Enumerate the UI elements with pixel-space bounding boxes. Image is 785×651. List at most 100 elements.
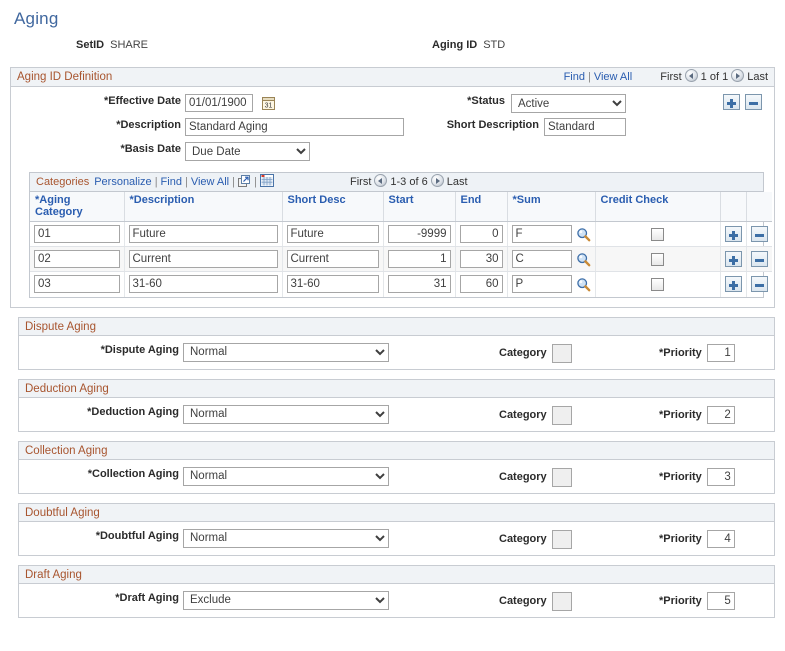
- section-field-label-wrap: *Doubtful Aging: [19, 530, 179, 542]
- cell-end: [455, 221, 508, 247]
- section-dispute-aging: Dispute Aging *Dispute Aging NormalExclude…: [18, 316, 775, 370]
- magnifier-lookup-icon[interactable]: [576, 227, 591, 242]
- categories-toolbar: Categories Personalize | Find | View All | | Fi…: [30, 173, 763, 192]
- section-field-control: NormalExcludeHold: [183, 404, 389, 424]
- end-input[interactable]: [459, 275, 503, 294]
- col-end: End: [455, 192, 508, 222]
- section-aging-select[interactable]: NormalExcludeHold: [183, 404, 389, 424]
- credit-check-checkbox[interactable]: [651, 227, 664, 241]
- magnifier-lookup-icon[interactable]: [576, 252, 591, 267]
- credit-check-checkbox[interactable]: [651, 277, 664, 291]
- section-priority-input[interactable]: [706, 405, 735, 424]
- delete-row-icon[interactable]: [750, 251, 768, 267]
- definition-row-2: *Description Short Description: [11, 118, 774, 142]
- end-input[interactable]: [459, 250, 503, 268]
- view-all-link[interactable]: View All: [594, 71, 632, 83]
- toolbar-separator-1: |: [154, 176, 158, 188]
- grid-previous-page-icon[interactable]: [374, 174, 388, 187]
- grid-find-link[interactable]: Find: [161, 176, 182, 188]
- section-category-box[interactable]: [551, 343, 572, 363]
- section-priority-input[interactable]: [706, 529, 735, 548]
- section-field-label: *Draft Aging: [115, 591, 179, 604]
- col-description: *Description: [124, 192, 283, 222]
- start-input[interactable]: [387, 250, 451, 268]
- cell-end: [455, 246, 508, 272]
- section-priority-input[interactable]: [706, 591, 735, 610]
- cell-add: [720, 246, 747, 272]
- section-aging-select[interactable]: NormalExcludeHold: [183, 342, 389, 362]
- category-description-input[interactable]: [128, 225, 278, 243]
- cell-aging-category: [30, 221, 125, 247]
- section-aging-select[interactable]: NormalExcludeHold: [183, 528, 389, 548]
- sum-input[interactable]: [511, 275, 572, 294]
- delete-row-icon[interactable]: [750, 276, 768, 293]
- categories-nav: First 1-3 of 6 Last: [350, 173, 468, 192]
- end-input[interactable]: [459, 225, 503, 243]
- category-description-input[interactable]: [128, 250, 278, 268]
- status-select[interactable]: ActiveInactive: [511, 94, 626, 113]
- section-category-box[interactable]: [551, 591, 572, 611]
- aging-category-input[interactable]: [34, 275, 120, 294]
- grid-view-all-link[interactable]: View All: [191, 176, 229, 188]
- section-priority-input[interactable]: [706, 467, 735, 486]
- short-description-input[interactable]: [544, 118, 626, 136]
- section-category-box[interactable]: [551, 405, 572, 425]
- add-row-icon[interactable]: [723, 94, 740, 110]
- add-row-icon[interactable]: [724, 251, 742, 267]
- description-input[interactable]: [185, 118, 404, 136]
- section-priority-label: *Priority: [659, 532, 702, 545]
- section-header-dispute-aging: Dispute Aging: [19, 317, 774, 336]
- category-short-desc-input[interactable]: [286, 225, 379, 243]
- sum-input[interactable]: [511, 225, 572, 243]
- category-short-desc-input[interactable]: [286, 250, 379, 268]
- section-category-wrap: Category: [499, 591, 572, 611]
- section-category-box[interactable]: [551, 467, 572, 487]
- personalize-link[interactable]: Personalize: [94, 176, 151, 188]
- download-to-spreadsheet-icon[interactable]: [259, 174, 274, 187]
- section-category-box[interactable]: [551, 529, 572, 549]
- aging-category-input[interactable]: [34, 250, 120, 268]
- start-input[interactable]: [387, 225, 451, 243]
- section-field-label-wrap: *Dispute Aging: [19, 344, 179, 356]
- effective-date-input[interactable]: [185, 94, 253, 112]
- section-field-control: NormalExcludeHold: [183, 466, 389, 486]
- delete-row-icon[interactable]: [750, 226, 768, 242]
- section-priority-wrap: *Priority: [659, 591, 735, 610]
- section-aging-select[interactable]: NormalExcludeHold: [183, 466, 389, 486]
- section-category-label: Category: [499, 347, 547, 359]
- section-priority-input[interactable]: [706, 343, 735, 362]
- basis-date-select[interactable]: Due DateAccounting DateInvoice Date: [185, 142, 310, 161]
- category-short-desc-input[interactable]: [286, 275, 379, 294]
- row-counter: 1 of 1: [700, 71, 729, 83]
- aging-category-input[interactable]: [34, 225, 120, 243]
- section-header-doubtful-aging: Doubtful Aging: [19, 503, 774, 522]
- grid-last-label[interactable]: Last: [447, 176, 468, 188]
- table-row: [30, 221, 772, 247]
- find-link[interactable]: Find: [564, 71, 585, 83]
- previous-page-icon[interactable]: [684, 69, 698, 82]
- cell-aging-category: [30, 246, 125, 272]
- toolbar-separator-4: |: [254, 176, 257, 188]
- aging-sections: Dispute Aging *Dispute Aging NormalExclude…: [0, 316, 785, 618]
- category-description-input[interactable]: [128, 275, 278, 294]
- definition-row-1: *Effective Date 31 *Status ActiveInactiv…: [11, 94, 774, 118]
- last-label[interactable]: Last: [747, 71, 768, 83]
- section-body-doubtful-aging: *Doubtful Aging NormalExcludeHold Category…: [19, 522, 774, 555]
- start-input[interactable]: [387, 275, 451, 294]
- calendar-icon[interactable]: 31: [261, 96, 276, 111]
- description-field: *Description: [11, 119, 181, 131]
- col-description-label: *Description: [129, 194, 195, 206]
- cell-delete: [746, 221, 772, 247]
- section-aging-select[interactable]: NormalExcludeHold: [183, 590, 389, 610]
- delete-row-icon[interactable]: [745, 94, 762, 110]
- magnifier-lookup-icon[interactable]: [576, 277, 591, 292]
- grid-next-page-icon[interactable]: [430, 174, 444, 187]
- grid-first-label[interactable]: First: [350, 176, 371, 188]
- sum-input[interactable]: [511, 250, 572, 268]
- credit-check-checkbox[interactable]: [651, 252, 664, 266]
- next-page-icon[interactable]: [731, 69, 745, 82]
- add-row-icon[interactable]: [724, 276, 742, 293]
- new-window-icon[interactable]: [238, 175, 251, 187]
- first-label[interactable]: First: [660, 71, 681, 83]
- add-row-icon[interactable]: [724, 226, 742, 242]
